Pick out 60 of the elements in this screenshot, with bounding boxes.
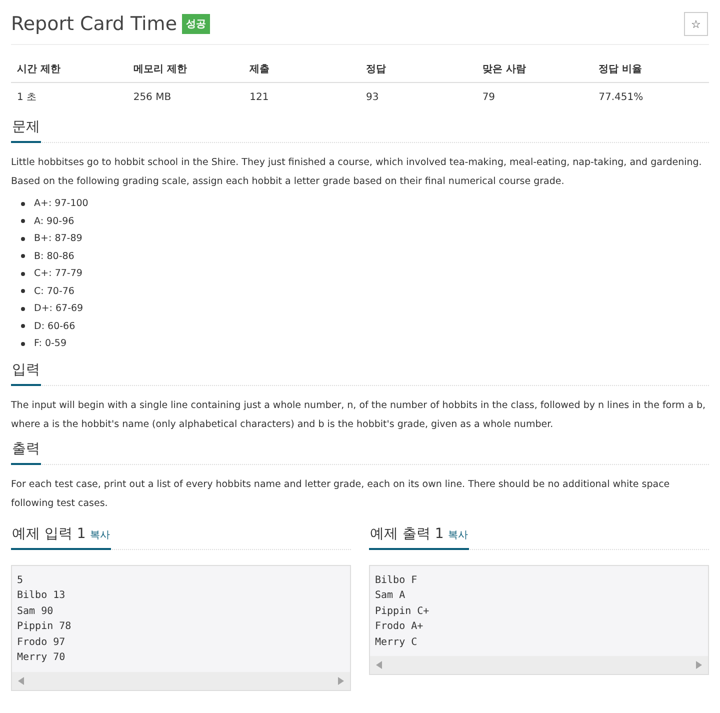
bullet-icon xyxy=(21,236,25,241)
bullet-icon xyxy=(21,202,25,206)
code-line: Merry C xyxy=(375,636,418,650)
grade-range: B+: 87-89 xyxy=(34,233,82,244)
copy-link[interactable]: 복사 xyxy=(90,528,110,542)
code-line: Sam A xyxy=(375,589,406,603)
bullet-icon xyxy=(21,306,25,311)
code-line: Merry 70 xyxy=(17,651,66,665)
section-heading: 입력 xyxy=(11,360,41,386)
bullet-icon xyxy=(21,342,25,346)
grade-range: D+: 67-69 xyxy=(34,303,84,314)
bullet-icon xyxy=(21,289,25,294)
output-description: For each test case, print out a list of every hobbits name and letter grade, each on its own line. There should be no additional white space following test cases. xyxy=(11,478,671,510)
input-description: The input will begin with a single line containing just a whole number, n, of the number of hobbits in the class, followed by n lines in the form a b, where a is the hobbit's name (only alphabetical characters) and b is the hobbit's grade, given as a whole number. xyxy=(11,398,707,432)
code-line: 5 xyxy=(17,574,24,588)
table-cell: 93 xyxy=(360,82,476,112)
horizontal-scrollbar[interactable] xyxy=(12,672,350,690)
table-cell: 256 MB xyxy=(127,82,244,112)
code-line: Sam 90 xyxy=(17,604,54,618)
grade-range: A: 90-96 xyxy=(34,216,74,227)
column-header: 정답 비율 xyxy=(592,58,709,82)
grade-range: C: 70-76 xyxy=(34,286,74,297)
column-header: 메모리 제한 xyxy=(127,58,244,82)
grade-range: B: 80-86 xyxy=(34,250,74,262)
horizontal-scrollbar[interactable] xyxy=(370,656,708,674)
column-header: 정답 xyxy=(360,58,476,82)
scroll-right-icon[interactable] xyxy=(696,661,702,669)
sample-heading: 예제 출력 1 xyxy=(370,524,444,542)
scroll-left-icon[interactable] xyxy=(18,676,24,684)
grade-range: D: 60-66 xyxy=(34,320,76,332)
scroll-right-icon[interactable] xyxy=(338,676,344,684)
table-cell: 121 xyxy=(244,82,360,112)
table-cell: 77.451% xyxy=(592,82,709,112)
grade-range: A+: 97-100 xyxy=(34,198,88,210)
section-heading: 출력 xyxy=(11,440,41,464)
grade-range: C+: 77-79 xyxy=(34,268,82,280)
column-header: 맞은 사람 xyxy=(476,58,593,82)
code-line: Pippin C+ xyxy=(375,604,430,618)
bullet-icon xyxy=(21,324,25,328)
scroll-left-icon[interactable] xyxy=(376,661,382,669)
code-line: Frodo 97 xyxy=(17,636,66,650)
code-line: Bilbo 13 xyxy=(17,589,66,603)
bullet-icon xyxy=(21,272,25,276)
copy-link[interactable]: 복사 xyxy=(448,528,468,542)
code-line: Frodo A+ xyxy=(375,620,424,634)
grade-range: F: 0-59 xyxy=(34,338,67,350)
bullet-icon xyxy=(21,254,25,258)
section-heading: 문제 xyxy=(11,118,41,143)
column-header: 제출 xyxy=(244,58,360,82)
favorite-button[interactable]: ☆ xyxy=(684,12,708,36)
code-line: Pippin 78 xyxy=(17,620,72,634)
bullet-icon xyxy=(21,219,25,224)
table-cell: 1 초 xyxy=(11,82,128,112)
problem-description: Little hobbitses go to hobbit school in the Shire. They just finished a course, which involved tea-making, meal-eating, nap-taking, and gardening. Based on the following grading scale, assign each hobbit a letter grade based on their final numerical course grade. xyxy=(11,156,703,189)
sample-heading: 예제 입력 1 xyxy=(12,524,86,542)
table-cell: 79 xyxy=(476,82,593,112)
column-header: 시간 제한 xyxy=(11,58,128,82)
result-badge: 성공 xyxy=(182,14,210,34)
code-line: Bilbo F xyxy=(375,574,418,588)
problem-title: Report Card Time xyxy=(11,13,178,35)
